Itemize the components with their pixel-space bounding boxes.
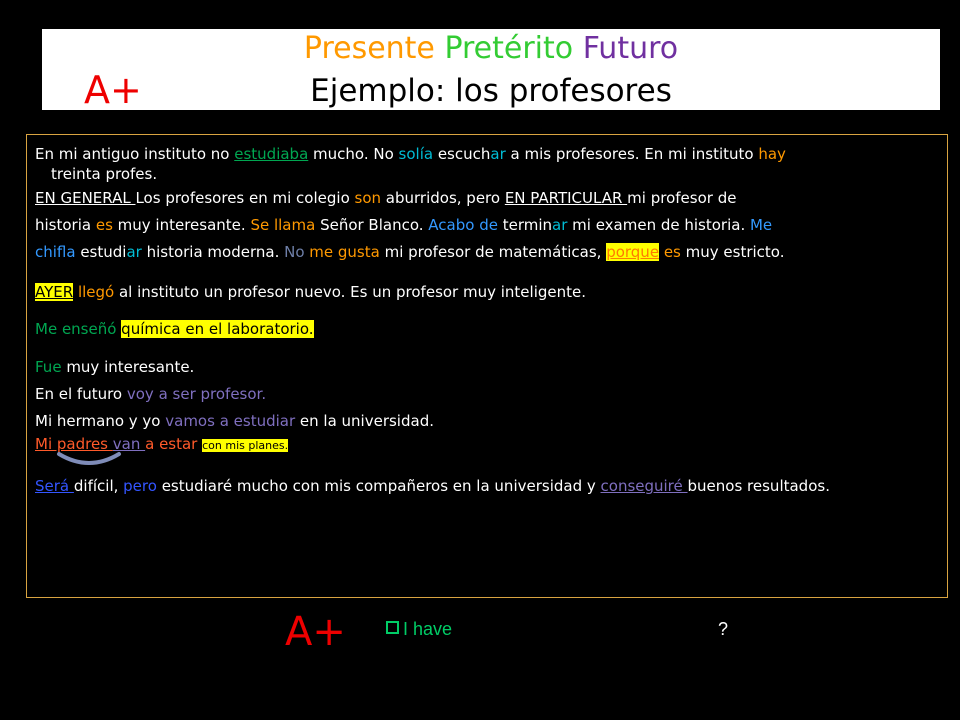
title-presente: Presente: [303, 31, 435, 66]
question-mark: ?: [718, 619, 729, 639]
arc-mark: [57, 452, 121, 465]
line-4: historia es muy interesante. Se llama Se…: [35, 216, 773, 234]
line-3: EN GENERAL Los profesores en mi colegio …: [35, 189, 737, 207]
line-10: Mi hermano y yo vamos a estudiar en la u…: [35, 412, 434, 430]
line-1: En mi antiguo instituto no estudiaba muc…: [35, 145, 786, 163]
bullet-item: I have: [386, 617, 452, 641]
subtitle: Ejemplo: los profesores: [310, 73, 672, 109]
title-banner: Presente Pretérito Futuro Ejemplo: los p…: [42, 29, 940, 110]
title-preterito: Pretérito: [444, 31, 574, 66]
line-8: Fue muy interesante.: [35, 358, 195, 376]
line-6: AYER llegó al instituto un profesor nuev…: [35, 283, 587, 301]
line-7: Me enseñó química en el laboratorio.: [35, 320, 314, 338]
bullet-text: I have: [403, 619, 453, 639]
title-futuro: Futuro: [582, 31, 679, 66]
line-9: En el futuro voy a ser profesor.: [35, 385, 267, 403]
line-12: Será difícil, pero estudiaré mucho con m…: [35, 477, 830, 495]
grade-top: A+: [84, 68, 142, 112]
grade-bottom: A+: [285, 609, 346, 655]
line-2: treinta profes.: [51, 165, 158, 183]
checkbox-bullet-icon: [386, 621, 399, 634]
tense-title: Presente Pretérito Futuro: [42, 31, 940, 67]
line-5: chifla estudiar historia moderna. No me …: [35, 243, 785, 261]
